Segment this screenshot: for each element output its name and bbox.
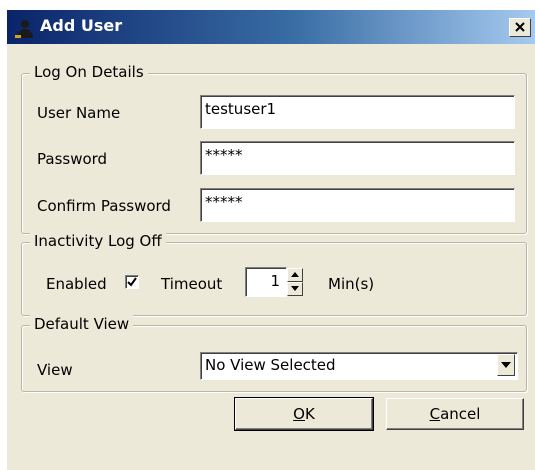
- logon-details-legend: Log On Details: [30, 63, 148, 81]
- view-dropdown-button[interactable]: [497, 354, 515, 376]
- window-title: Add User: [40, 16, 123, 35]
- password-input[interactable]: *****: [200, 141, 515, 175]
- enabled-checkbox[interactable]: [125, 275, 139, 289]
- inactivity-logoff-legend: Inactivity Log Off: [30, 232, 166, 250]
- timeout-increment-button[interactable]: [287, 268, 303, 282]
- ok-accelerator: O: [293, 405, 305, 423]
- password-label: Password: [37, 150, 108, 168]
- arrow-down-icon: [291, 286, 299, 291]
- close-icon: [515, 22, 525, 32]
- chevron-down-icon: [501, 362, 511, 368]
- arrow-up-icon: [291, 272, 299, 277]
- default-view-legend: Default View: [30, 315, 134, 333]
- timeout-label: Timeout: [161, 275, 223, 293]
- timeout-spinner[interactable]: [287, 268, 303, 296]
- confirm-password-input[interactable]: *****: [200, 188, 515, 222]
- add-user-dialog: Add User Log On Details User Name testus…: [7, 10, 535, 470]
- close-button[interactable]: [509, 18, 531, 37]
- username-label: User Name: [37, 104, 121, 122]
- cancel-label-rest: ancel: [440, 405, 481, 423]
- title-bar[interactable]: Add User: [7, 10, 535, 44]
- view-label: View: [37, 361, 73, 379]
- logon-details-group: Log On Details User Name testuser1 Passw…: [21, 63, 527, 234]
- view-select[interactable]: No View Selected: [200, 352, 518, 380]
- timeout-input[interactable]: 1: [245, 267, 287, 297]
- confirm-password-label: Confirm Password: [37, 197, 171, 215]
- inactivity-logoff-group: Inactivity Log Off Enabled Timeout 1 Min…: [21, 232, 527, 316]
- user-silhouette-icon: [15, 18, 35, 38]
- checkmark-icon: [127, 277, 137, 287]
- username-input[interactable]: testuser1: [200, 95, 515, 129]
- default-view-group: Default View View No View Selected: [21, 315, 527, 392]
- cancel-accelerator: C: [429, 405, 441, 423]
- timeout-decrement-button[interactable]: [287, 282, 303, 296]
- ok-label-rest: K: [304, 405, 315, 423]
- enabled-label: Enabled: [46, 275, 107, 293]
- ok-button[interactable]: OK: [234, 397, 374, 431]
- timeout-unit-label: Min(s): [328, 275, 375, 293]
- cancel-button[interactable]: Cancel: [386, 398, 524, 430]
